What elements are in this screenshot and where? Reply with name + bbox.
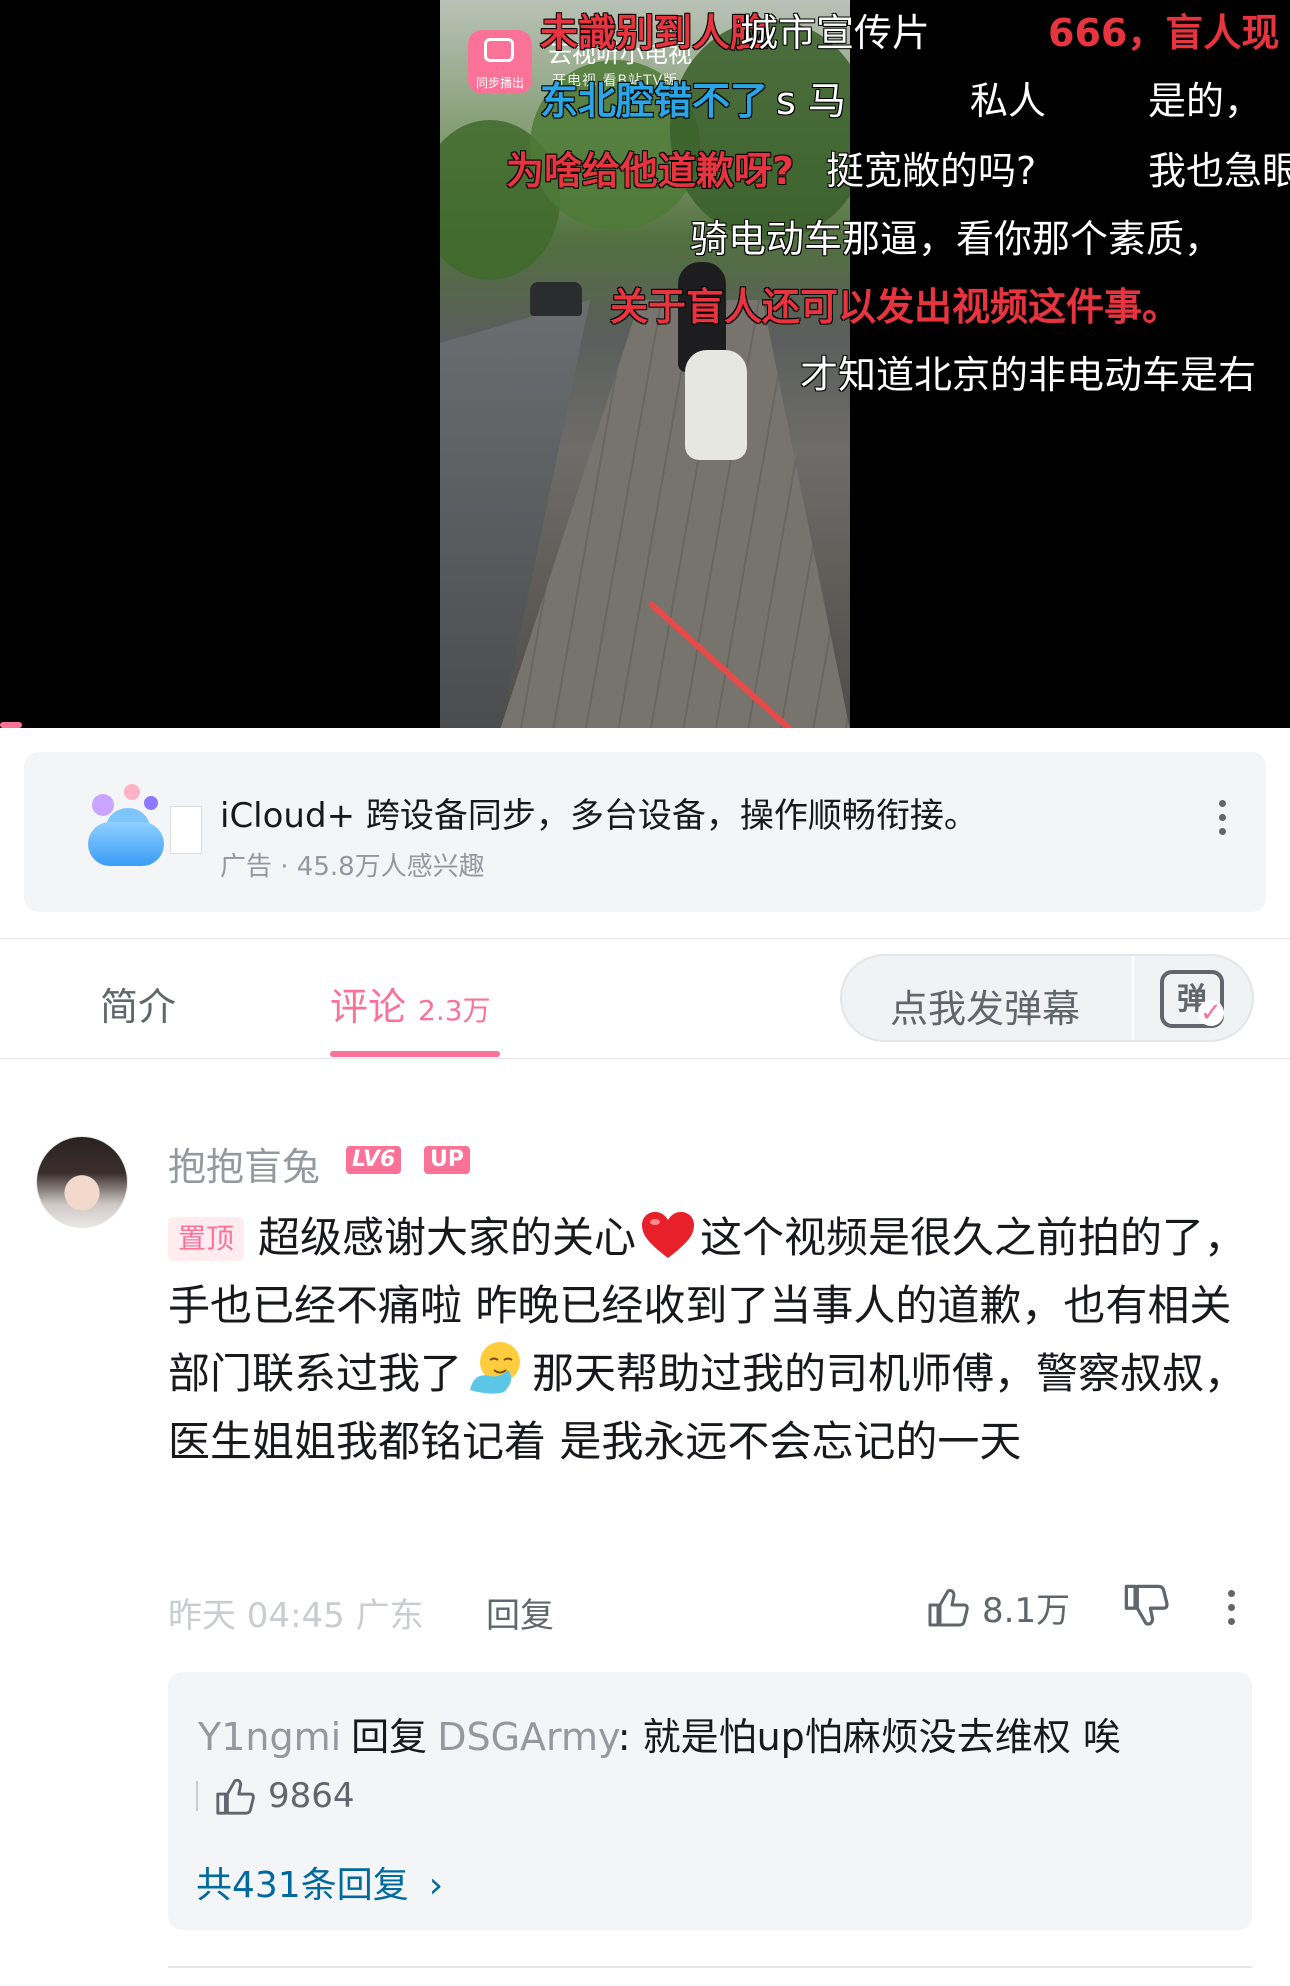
divider [168,1966,1252,1968]
like-button[interactable]: 8.1万 [926,1580,1070,1634]
danmaku-item: 是的， [1148,79,1263,123]
ad-thumb-dot [124,784,140,800]
tab-comments-label: 评论 [330,985,407,1029]
reply-target-username[interactable]: DSGArmy [437,1715,618,1759]
comment-text-part: 超级感谢大家的关心 [258,1213,637,1262]
danmaku-item: 未識别到人脸 [540,11,769,55]
level-badge: LV6 [346,1146,402,1174]
comment-username[interactable]: 抱抱盲兔 [168,1136,320,1191]
danmaku-item: 东北腔错不了 [540,79,769,123]
reply-like-button[interactable]: 9864 [196,1772,355,1820]
divider [0,938,1290,939]
ad-thumbnail [64,782,202,882]
danmaku-item: s 马 [776,79,846,123]
danmaku-item: 为啥给他道歉呀? [506,149,795,193]
danmaku-item: 挺宽敞的吗? [826,149,1037,193]
check-icon: ✓ [1198,1000,1224,1026]
reply-like-separator [196,1781,198,1811]
parked-car [530,282,582,316]
up-badge: UP [424,1146,470,1174]
reply-text: : 就是怕up怕麻烦没去维权 唉 [617,1715,1121,1759]
ad-thumb-card [170,806,202,854]
danmaku-item: 666，盲人现 [1048,11,1280,55]
dislike-button[interactable] [1122,1582,1170,1634]
comment-more-icon[interactable] [1222,1590,1240,1630]
heart-emoji-icon [642,1212,695,1258]
tv-app-logo-icon: 同步播出 [468,30,532,94]
like-count: 8.1万 [982,1590,1071,1631]
reply-username[interactable]: Y1ngmi [198,1715,341,1759]
reply-button[interactable]: 回复 [486,1588,554,1637]
divider [0,1058,1290,1059]
danmaku-item: 我也急眼 [1148,149,1290,193]
progress-indicator[interactable] [0,722,22,728]
comment-text: 置顶 超级感谢大家的关心 这个视频是很久之前拍的了，手也已经不痛啦 昨晚已经收到了当… [168,1204,1258,1476]
ad-meta: 广告 · 45.8万人感兴趣 [220,852,485,882]
danmaku-input-separator [1132,956,1134,1040]
reply-verb: 回复 [351,1715,428,1759]
more-vertical-icon[interactable] [1210,800,1234,850]
ad-banner[interactable]: iCloud+ 跨设备同步，多台设备，操作顺畅衔接。 广告 · 45.8万人感兴… [24,752,1266,912]
avatar[interactable] [36,1136,128,1228]
tab-comments[interactable]: 评论 2.3万 [330,976,491,1031]
electric-scooter [685,350,747,460]
danmaku-item: 关于盲人还可以发出视频这件事。 [610,285,1181,329]
thumbs-up-icon [216,1778,255,1815]
danmaku-item: 骑电动车那逼，看你那个素质， [690,217,1223,261]
reply-item[interactable]: Y1ngmi 回复 DSGArmy: 就是怕up怕麻烦没去维权 唉 [198,1706,1121,1761]
icloud-icon [88,822,164,866]
ad-thumb-dot [144,796,158,810]
view-all-replies-label: 共431条回复 [196,1865,409,1906]
chevron-right-icon: › [428,1865,444,1906]
tab-intro[interactable]: 简介 [100,976,176,1031]
ad-thumb-dot [92,794,114,816]
pinned-tag: 置顶 [168,1217,245,1261]
danmaku-input[interactable]: 点我发弹幕 弹 ✓ [840,954,1254,1042]
hugging-emoji-icon [470,1342,521,1394]
tv-badge-label: 同步播出 [475,76,524,90]
video-player[interactable]: 同步播出 云视听小电视 开电视 看B站TV版 未識别到人脸 城市宣传片 666，… [0,0,1290,728]
view-all-replies-link[interactable]: 共431条回复 › [196,1856,443,1908]
reply-like-count: 9864 [268,1776,355,1816]
danmaku-input-placeholder: 点我发弹幕 [890,987,1081,1031]
tab-comments-count: 2.3万 [418,994,491,1027]
danmaku-item: 才知道北京的非电动车是右 [800,353,1257,397]
thumbs-up-icon [928,1589,969,1627]
active-tab-indicator [330,1051,500,1057]
tv-glyph-icon [484,38,514,62]
danmaku-item: 城市宣传片 [740,11,931,55]
reply-preview[interactable]: Y1ngmi 回复 DSGArmy: 就是怕up怕麻烦没去维权 唉 9864 共43… [168,1672,1252,1930]
ad-title[interactable]: iCloud+ 跨设备同步，多台设备，操作顺畅衔接。 [220,788,978,837]
thumbs-down-icon [1124,1584,1169,1626]
comment-timestamp: 昨天 04:45 广东 [168,1596,424,1636]
danmaku-item: 私人 [970,79,1047,123]
